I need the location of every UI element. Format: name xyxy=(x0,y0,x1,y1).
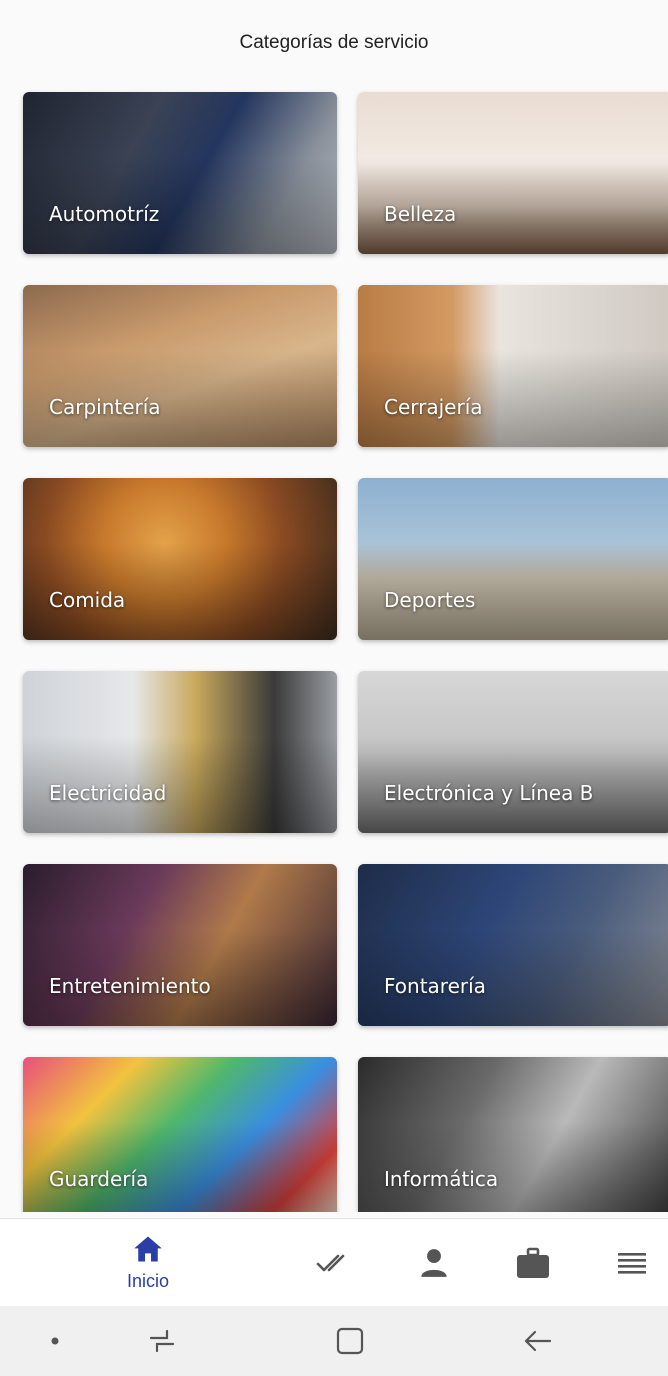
category-card-cerrajeria[interactable]: Cerrajería xyxy=(358,285,668,447)
menu-icon xyxy=(618,1253,646,1274)
category-card-entretenimiento[interactable]: Entretenimiento xyxy=(23,864,337,1026)
category-label: Fontarería xyxy=(384,974,486,998)
category-label: Belleza xyxy=(384,202,457,226)
category-label: Electrónica y Línea B xyxy=(384,781,594,805)
category-card-deportes[interactable]: Deportes xyxy=(358,478,668,640)
category-card-carpinteria[interactable]: Carpintería xyxy=(23,285,337,447)
category-card-informatica[interactable]: Informática xyxy=(358,1057,668,1212)
category-card-belleza[interactable]: Belleza xyxy=(358,92,668,254)
nav-label-inicio: Inicio xyxy=(126,1270,170,1291)
bottom-navigation: Inicio xyxy=(0,1218,668,1306)
system-navigation-bar xyxy=(0,1306,668,1376)
system-home-button[interactable] xyxy=(330,1306,370,1376)
category-label: Informática xyxy=(384,1167,499,1191)
person-icon xyxy=(421,1249,447,1277)
category-card-automotriz[interactable]: Automotríz xyxy=(23,92,337,254)
category-label: Entretenimiento xyxy=(49,974,211,998)
category-label: Carpintería xyxy=(49,395,161,419)
category-label: Automotríz xyxy=(49,202,160,226)
dot-icon xyxy=(51,1337,59,1345)
home-icon xyxy=(134,1236,162,1261)
category-card-electronica[interactable]: Electrónica y Línea B xyxy=(358,671,668,833)
briefcase-icon xyxy=(517,1247,549,1278)
nav-item-inicio[interactable]: Inicio xyxy=(108,1219,188,1307)
category-label: Guardería xyxy=(49,1167,149,1191)
nav-item-menu[interactable] xyxy=(612,1219,652,1307)
nav-item-profile[interactable] xyxy=(414,1219,454,1307)
category-label: Comida xyxy=(49,588,126,612)
category-card-guarderia[interactable]: Guardería xyxy=(23,1057,337,1212)
back-arrow-icon xyxy=(524,1330,552,1352)
category-card-comida[interactable]: Comida xyxy=(23,478,337,640)
nav-item-completed[interactable] xyxy=(312,1219,358,1307)
category-label: Cerrajería xyxy=(384,395,483,419)
category-label: Electricidad xyxy=(49,781,167,805)
recent-apps-icon xyxy=(149,1329,175,1353)
double-check-icon xyxy=(316,1254,345,1272)
category-grid: Automotríz Belleza Carpintería Cerrajerí… xyxy=(0,0,668,1212)
back-button[interactable] xyxy=(518,1306,558,1376)
nav-item-jobs[interactable] xyxy=(512,1219,554,1307)
home-square-icon xyxy=(336,1327,364,1355)
category-card-fontareria[interactable]: Fontarería xyxy=(358,864,668,1026)
dot-button[interactable] xyxy=(40,1306,70,1376)
category-label: Deportes xyxy=(384,588,476,612)
category-card-electricidad[interactable]: Electricidad xyxy=(23,671,337,833)
recent-apps-button[interactable] xyxy=(140,1306,184,1376)
